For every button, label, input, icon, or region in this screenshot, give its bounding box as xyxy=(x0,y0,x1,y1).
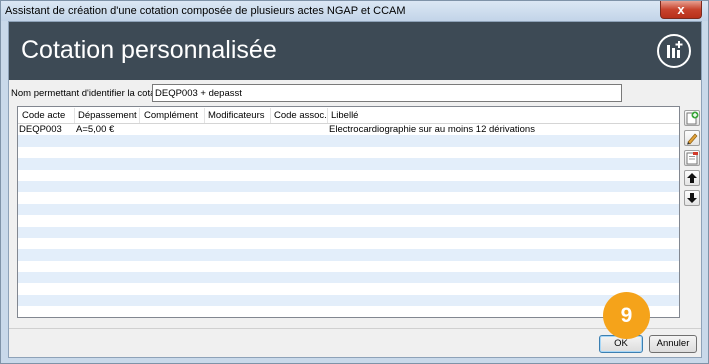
header-banner: Cotation personnalisée xyxy=(9,22,701,80)
column-header-libelle[interactable]: Libellé xyxy=(331,110,358,121)
edit-button[interactable] xyxy=(684,130,700,146)
move-down-button[interactable] xyxy=(684,190,700,206)
empty-row xyxy=(18,294,679,307)
column-header-complement[interactable]: Complément xyxy=(144,110,198,121)
add-button[interactable] xyxy=(684,110,700,126)
empty-row xyxy=(18,135,679,147)
title-bar[interactable]: Assistant de création d'une cotation com… xyxy=(1,1,708,21)
table-row[interactable]: DEQP003 A=5,00 € Electrocardiographie su… xyxy=(18,124,679,135)
delete-icon xyxy=(686,152,698,165)
empty-row xyxy=(18,180,679,193)
empty-row xyxy=(18,158,679,170)
column-header-modificateurs[interactable]: Modificateurs xyxy=(208,110,265,121)
cell-code-acte: DEQP003 xyxy=(19,124,62,135)
empty-row xyxy=(18,192,679,203)
logo-icon-glyph xyxy=(667,41,683,58)
column-divider[interactable] xyxy=(270,108,271,123)
step-badge: 9 xyxy=(603,292,650,339)
column-divider[interactable] xyxy=(139,108,140,123)
cancel-button[interactable]: Annuler xyxy=(649,335,697,353)
delete-button[interactable] xyxy=(684,150,700,166)
name-row: Nom permettant d'identifier la cotation … xyxy=(9,84,701,104)
dialog-content: Cotation personnalisée Nom permettant d'… xyxy=(8,21,702,358)
window-title: Assistant de création d'une cotation com… xyxy=(5,5,406,17)
column-header-code-assoc[interactable]: Code assoc. xyxy=(274,110,327,121)
table-header: Code acte Dépassement Complément Modific… xyxy=(18,107,679,124)
empty-row xyxy=(18,170,679,181)
empty-row xyxy=(18,215,679,226)
empty-row xyxy=(18,147,679,158)
dialog-window: Assistant de création d'une cotation com… xyxy=(0,0,709,364)
add-icon xyxy=(686,111,699,125)
close-button[interactable]: x xyxy=(660,1,702,19)
move-up-button[interactable] xyxy=(684,170,700,186)
actes-table[interactable]: Code acte Dépassement Complément Modific… xyxy=(17,106,680,318)
table-body: DEQP003 A=5,00 € Electrocardiographie su… xyxy=(18,124,679,317)
column-divider[interactable] xyxy=(204,108,205,123)
column-header-code-acte[interactable]: Code acte xyxy=(22,110,65,121)
column-divider[interactable] xyxy=(74,108,75,123)
empty-row xyxy=(18,226,679,238)
column-divider[interactable] xyxy=(327,108,328,123)
edit-icon xyxy=(687,133,698,145)
empty-row xyxy=(18,283,679,294)
logo-icon xyxy=(657,34,691,68)
empty-row xyxy=(18,306,679,317)
arrow-up-icon xyxy=(687,173,697,183)
cell-libelle: Electrocardiographie sur au moins 12 dér… xyxy=(329,124,535,135)
cell-depassement: A=5,00 € xyxy=(76,124,115,135)
empty-row xyxy=(18,238,679,249)
arrow-down-icon xyxy=(687,193,697,203)
column-header-depassement[interactable]: Dépassement xyxy=(78,110,137,121)
empty-row xyxy=(18,203,679,216)
empty-row xyxy=(18,272,679,284)
empty-row xyxy=(18,261,679,272)
footer-divider xyxy=(9,328,701,329)
cotation-name-input[interactable] xyxy=(152,84,622,102)
page-title: Cotation personnalisée xyxy=(21,36,277,64)
close-icon: x xyxy=(677,2,685,17)
empty-row xyxy=(18,249,679,261)
